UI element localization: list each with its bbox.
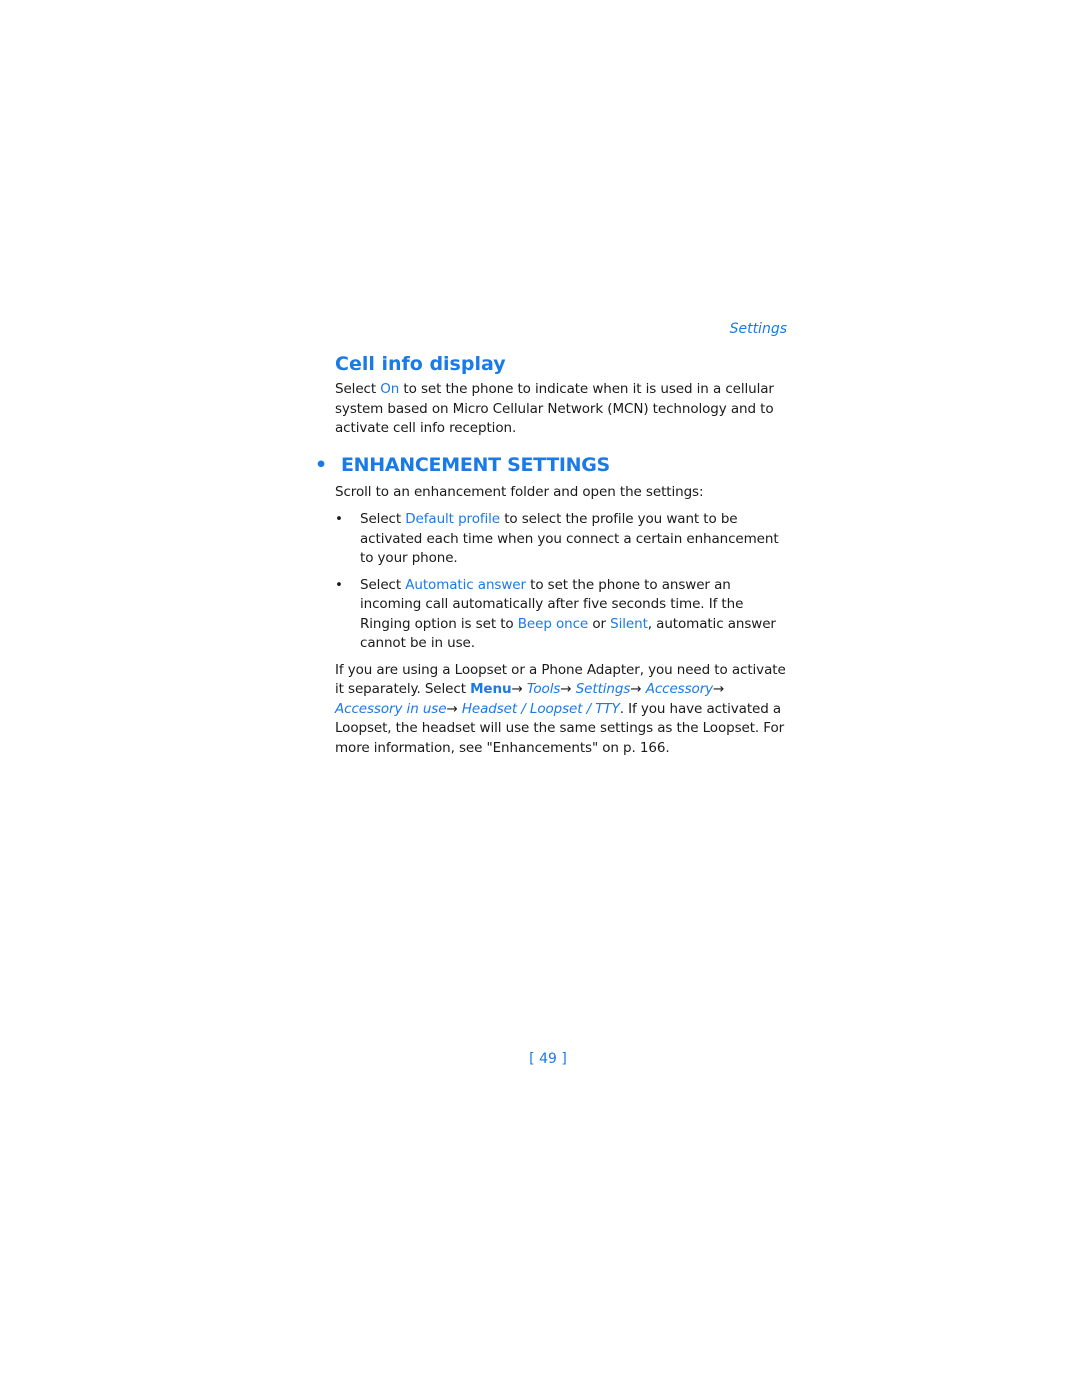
- heading-text: ENHANCEMENT SETTINGS: [341, 453, 610, 476]
- menu-path-tools: Tools: [526, 681, 561, 697]
- arrow-icon: →: [630, 681, 646, 697]
- menu-path-settings: Settings: [575, 681, 631, 697]
- arrow-icon: →: [511, 681, 527, 697]
- page-content: Cell info display Select On to set the p…: [315, 352, 790, 759]
- cell-info-heading: Cell info display: [335, 353, 506, 375]
- arrow-icon: →: [560, 681, 576, 697]
- running-head: Settings: [729, 321, 787, 337]
- default-profile-option: Default profile: [405, 511, 501, 527]
- beep-once-option: Beep once: [517, 615, 589, 632]
- text: Select: [335, 381, 381, 397]
- on-option-link: On: [380, 381, 400, 397]
- enhancement-settings-heading: • ENHANCEMENT SETTINGS: [315, 453, 790, 477]
- enhancement-intro: Scroll to an enhancement folder and open…: [335, 483, 704, 500]
- cell-info-paragraph: Select On to set the phone to indicate w…: [335, 380, 790, 439]
- list-item: • Select Default profile to select the pr…: [335, 510, 790, 569]
- menu-path-menu: Menu: [470, 681, 512, 697]
- menu-path-accessory-in-use: Accessory in use: [335, 700, 447, 717]
- text: to set the phone to indicate when it is …: [335, 381, 774, 436]
- loopset-paragraph: If you are using a Loopset or a Phone Ad…: [335, 661, 790, 759]
- silent-option: Silent: [610, 615, 648, 632]
- menu-path-accessory: Accessory: [645, 681, 714, 697]
- menu-path-headset-loopset-tty: Headset / Loopset / TTY: [461, 700, 620, 717]
- text: or: [588, 615, 611, 632]
- text: Select: [360, 576, 406, 593]
- heading-bullet-icon: •: [315, 453, 327, 476]
- page-number: [ 49 ]: [529, 1051, 567, 1067]
- arrow-icon: →: [713, 681, 725, 697]
- automatic-answer-option: Automatic answer: [405, 576, 526, 593]
- list-item: • Select Automatic answer to set the phon…: [335, 576, 790, 654]
- bullet-icon: •: [335, 576, 343, 593]
- text: Select: [360, 511, 406, 527]
- arrow-icon: →: [446, 700, 462, 717]
- bullet-icon: •: [335, 511, 343, 527]
- enhancement-list: • Select Default profile to select the pr…: [335, 510, 790, 654]
